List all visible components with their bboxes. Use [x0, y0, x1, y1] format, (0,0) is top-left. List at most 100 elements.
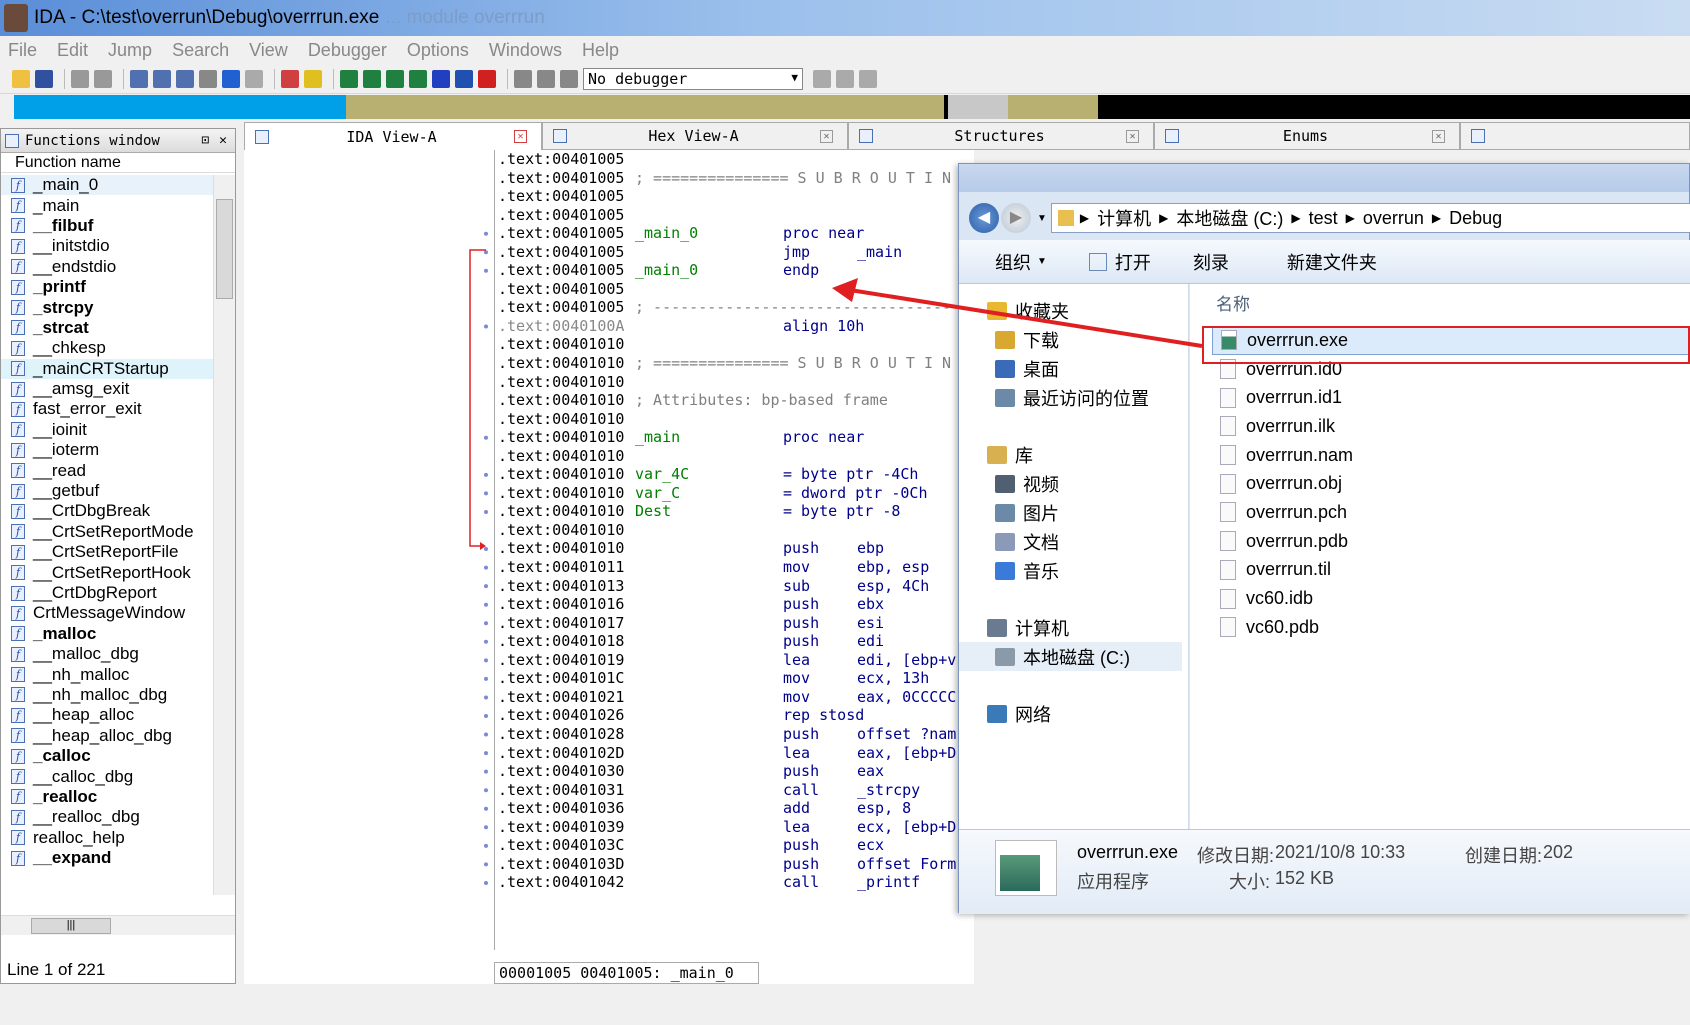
code-line[interactable]: .text:00401042 call _printf	[495, 873, 974, 892]
close-icon[interactable]: ✕	[1126, 129, 1139, 143]
forward-arrow-icon[interactable]: ▶	[1001, 203, 1031, 233]
data-icon[interactable]	[363, 69, 381, 88]
code-line[interactable]: .text:00401010 var_C = dword ptr -0Ch	[495, 484, 974, 503]
code-line[interactable]: .text:0040103D push offset Form	[495, 855, 974, 874]
undefine-icon[interactable]	[478, 69, 496, 88]
breadcrumb-computer[interactable]: 计算机	[1097, 205, 1151, 231]
code-line[interactable]: .text:00401005 _main_0 proc near	[495, 224, 974, 243]
code-line[interactable]: .text:00401005	[495, 280, 974, 299]
code-line[interactable]: .text:00401010	[495, 373, 974, 392]
binary-search-icon[interactable]	[130, 69, 148, 88]
scrollbar-thumb[interactable]: |||	[31, 918, 111, 934]
mark-icon[interactable]	[245, 69, 263, 88]
nav-item[interactable]: 本地磁盘 (C:)	[959, 642, 1182, 671]
breakpoint-list-icon[interactable]	[813, 69, 831, 88]
nav-item[interactable]: 下载	[959, 325, 1188, 354]
function-list-item[interactable]: f __filbuf	[1, 216, 213, 236]
file-item[interactable]: overrrun.til	[1190, 556, 1690, 585]
code-line[interactable]: .text:00401016 push ebx	[495, 595, 974, 614]
function-list-item[interactable]: f _main_0	[1, 175, 213, 196]
close-icon[interactable]: ✕	[820, 129, 833, 143]
scrollbar-thumb[interactable]	[216, 199, 233, 299]
ascii-icon[interactable]	[386, 69, 404, 88]
function-list-item[interactable]: f __CrtSetReportMode	[1, 522, 213, 542]
function-list-item[interactable]: f __initstdio	[1, 236, 213, 256]
function-list-item[interactable]: f _printf	[1, 277, 213, 297]
function-list-item[interactable]: f _strcpy	[1, 297, 213, 317]
nav-item[interactable]: 计算机	[959, 613, 1188, 642]
function-list-item[interactable]: f __read	[1, 460, 213, 480]
function-list-item[interactable]: f __nh_malloc	[1, 664, 213, 684]
function-list-item[interactable]: f __calloc_dbg	[1, 766, 213, 786]
code-line[interactable]: .text:00401005 ; =============== S U B R …	[495, 169, 974, 188]
stop-icon[interactable]	[560, 69, 578, 88]
function-icon[interactable]	[455, 69, 473, 88]
burn-button[interactable]: 刻录	[1193, 249, 1229, 275]
function-list-item[interactable]: f __CrtSetReportHook	[1, 562, 213, 582]
code-line[interactable]: .text:0040103C push ecx	[495, 836, 974, 855]
function-list-item[interactable]: f __heap_alloc	[1, 705, 213, 725]
file-item[interactable]: vc60.idb	[1190, 584, 1690, 613]
code-line[interactable]: .text:00401039 lea ecx, [ebp+D	[495, 818, 974, 837]
menu-windows[interactable]: Windows	[489, 40, 562, 61]
code-icon[interactable]	[340, 69, 358, 88]
pause-icon[interactable]	[537, 69, 555, 88]
code-line[interactable]: .text:00401010	[495, 335, 974, 354]
breadcrumb-overrun[interactable]: overrun	[1363, 208, 1424, 229]
breadcrumb-debug[interactable]: Debug	[1449, 208, 1502, 229]
nav-item[interactable]: 视频	[959, 469, 1188, 498]
function-list-item[interactable]: f fast_error_exit	[1, 399, 213, 419]
function-list-item[interactable]: f __heap_alloc_dbg	[1, 726, 213, 746]
file-item[interactable]: overrrun.id1	[1190, 383, 1690, 412]
code-line[interactable]: .text:00401010 push ebp	[495, 539, 974, 558]
function-list-item[interactable]: f _realloc	[1, 787, 213, 807]
file-item[interactable]: vc60.pdb	[1190, 613, 1690, 642]
open-icon[interactable]	[12, 69, 30, 88]
function-list-item[interactable]: f __ioinit	[1, 420, 213, 440]
pin-icon[interactable]: ⊡	[201, 133, 209, 148]
code-line[interactable]: .text:00401010 ; Attributes: bp-based fra…	[495, 391, 974, 410]
step-icon[interactable]	[836, 69, 854, 88]
nav-item[interactable]: 最近访问的位置	[959, 383, 1188, 412]
file-item[interactable]: overrrun.ilk	[1190, 412, 1690, 441]
menu-view[interactable]: View	[249, 40, 288, 61]
breadcrumb-local-disk[interactable]: 本地磁盘 (C:)	[1176, 205, 1283, 231]
graph-icon[interactable]	[281, 69, 299, 88]
code-line[interactable]: .text:0040102D lea eax, [ebp+D	[495, 744, 974, 763]
close-icon[interactable]: ✕	[1432, 129, 1445, 143]
code-line[interactable]: .text:00401010	[495, 410, 974, 429]
function-list-item[interactable]: f __malloc_dbg	[1, 644, 213, 664]
tab-hex-view-a[interactable]: Hex View-A ✕	[542, 122, 848, 150]
address-box[interactable]: ▶ 计算机 ▶ 本地磁盘 (C:) ▶ test ▶ overrun ▶ Deb…	[1050, 203, 1690, 233]
code-line[interactable]: .text:00401018 push edi	[495, 632, 974, 651]
trace-icon[interactable]	[859, 69, 877, 88]
play-icon[interactable]	[514, 69, 532, 88]
function-list-item[interactable]: f _strcat	[1, 318, 213, 338]
function-list-item[interactable]: f __CrtSetReportFile	[1, 542, 213, 562]
code-line[interactable]: .text:00401013 sub esp, 4Ch	[495, 577, 974, 596]
code-line[interactable]: .text:00401017 push esi	[495, 614, 974, 633]
code-line[interactable]: .text:00401030 push eax	[495, 762, 974, 781]
menu-jump[interactable]: Jump	[108, 40, 152, 61]
code-line[interactable]: .text:00401005 jmp _main	[495, 243, 974, 262]
file-item[interactable]: overrrun.obj	[1190, 469, 1690, 498]
code-line[interactable]: .text:00401005 _main_0 endp	[495, 261, 974, 280]
text-search-icon[interactable]	[153, 69, 171, 88]
debugger-select[interactable]: No debugger ▼	[583, 67, 803, 90]
nav-item[interactable]: 桌面	[959, 354, 1188, 383]
close-icon[interactable]: ✕	[514, 130, 527, 143]
tab-enums[interactable]: Enums ✕	[1154, 122, 1460, 150]
struct-icon[interactable]	[432, 69, 450, 88]
function-list-item[interactable]: f __chkesp	[1, 338, 213, 358]
jump-down-icon[interactable]	[222, 69, 240, 88]
menu-options[interactable]: Options	[407, 40, 469, 61]
name-column-header[interactable]: 名称	[1190, 284, 1690, 326]
tab-structures[interactable]: Structures ✕	[848, 122, 1154, 150]
nav-item[interactable]: 图片	[959, 498, 1188, 527]
function-list-item[interactable]: f _mainCRTStartup	[1, 358, 213, 379]
new-folder-button[interactable]: 新建文件夹	[1287, 249, 1377, 275]
menu-debugger[interactable]: Debugger	[308, 40, 387, 61]
menu-edit[interactable]: Edit	[57, 40, 88, 61]
code-line[interactable]: .text:00401010	[495, 521, 974, 540]
code-line[interactable]: .text:0040101C mov ecx, 13h	[495, 669, 974, 688]
